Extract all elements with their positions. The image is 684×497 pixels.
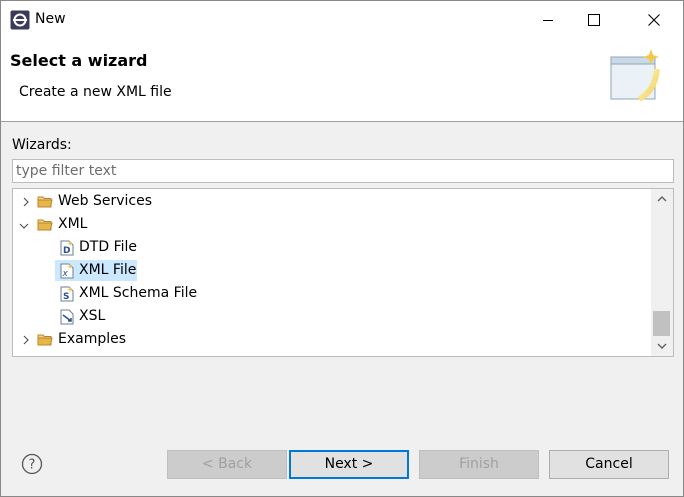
tree-item-label: DTD File xyxy=(79,239,137,255)
tree-item-label: Web Services xyxy=(58,193,153,209)
finish-button[interactable]: Finish xyxy=(419,450,539,479)
page-description: Create a new XML file xyxy=(19,84,172,100)
minimize-icon xyxy=(543,20,553,21)
tree-item-xml-schema-file[interactable]: S XML Schema File xyxy=(13,282,649,305)
back-button[interactable]: < Back xyxy=(167,450,287,479)
title-bar[interactable]: New xyxy=(1,1,683,39)
chevron-down-icon xyxy=(657,343,667,349)
svg-text:x: x xyxy=(62,269,69,279)
maximize-button[interactable] xyxy=(571,1,617,39)
tree-item-examples[interactable]: Examples xyxy=(13,328,649,351)
tree-item-label: XML xyxy=(58,216,88,232)
tree-item-label: XSL xyxy=(79,308,106,324)
folder-icon xyxy=(37,196,53,208)
svg-text:S: S xyxy=(63,292,69,302)
xml-schema-file-icon: S xyxy=(60,286,74,302)
tree-item-web-services[interactable]: Web Services xyxy=(13,190,649,213)
tree-item-dtd-file[interactable]: D DTD File xyxy=(13,236,649,259)
scroll-up-button[interactable] xyxy=(651,189,673,209)
close-button[interactable] xyxy=(631,1,677,39)
xml-file-icon: x xyxy=(60,263,74,279)
tree-item-xml[interactable]: XML xyxy=(13,213,649,236)
help-icon[interactable]: ? xyxy=(21,453,43,475)
tree-item-xml-file[interactable]: x XML File xyxy=(13,259,649,282)
tree-item-label: Examples xyxy=(58,331,127,347)
new-wizard-dialog: New Select a wizard Create a new XML fil… xyxy=(0,0,684,497)
tree-scrollbar[interactable] xyxy=(651,189,673,356)
wizards-label: Wizards: xyxy=(12,137,72,153)
dtd-file-icon: D xyxy=(60,240,74,256)
wizard-tree[interactable]: Web Services XML D DTD File x XML File S… xyxy=(12,188,674,357)
maximize-icon xyxy=(588,14,600,26)
eclipse-app-icon xyxy=(10,10,30,30)
tree-item-label: XML Schema File xyxy=(79,285,198,301)
next-button[interactable]: Next > xyxy=(289,450,409,479)
new-wizard-banner-icon xyxy=(610,49,660,102)
minimize-button[interactable] xyxy=(525,1,571,39)
xsl-file-icon xyxy=(60,309,74,325)
window-title: New xyxy=(35,11,66,27)
close-icon xyxy=(648,14,660,26)
wizard-banner: Select a wizard Create a new XML file xyxy=(1,39,683,122)
chevron-right-icon[interactable] xyxy=(21,335,31,345)
tree-item-label: XML File xyxy=(79,262,137,278)
chevron-down-icon[interactable] xyxy=(19,221,29,231)
svg-text:D: D xyxy=(63,246,70,256)
tree-item-xsl[interactable]: XSL xyxy=(13,305,649,328)
filter-input[interactable] xyxy=(12,159,674,183)
folder-icon xyxy=(37,334,53,346)
chevron-up-icon xyxy=(657,196,667,202)
folder-open-icon xyxy=(37,219,53,231)
scroll-thumb[interactable] xyxy=(653,311,670,336)
cancel-button[interactable]: Cancel xyxy=(549,450,669,479)
page-title: Select a wizard xyxy=(10,51,148,70)
chevron-right-icon[interactable] xyxy=(21,197,31,207)
scroll-down-button[interactable] xyxy=(651,336,673,356)
svg-text:?: ? xyxy=(29,458,36,473)
